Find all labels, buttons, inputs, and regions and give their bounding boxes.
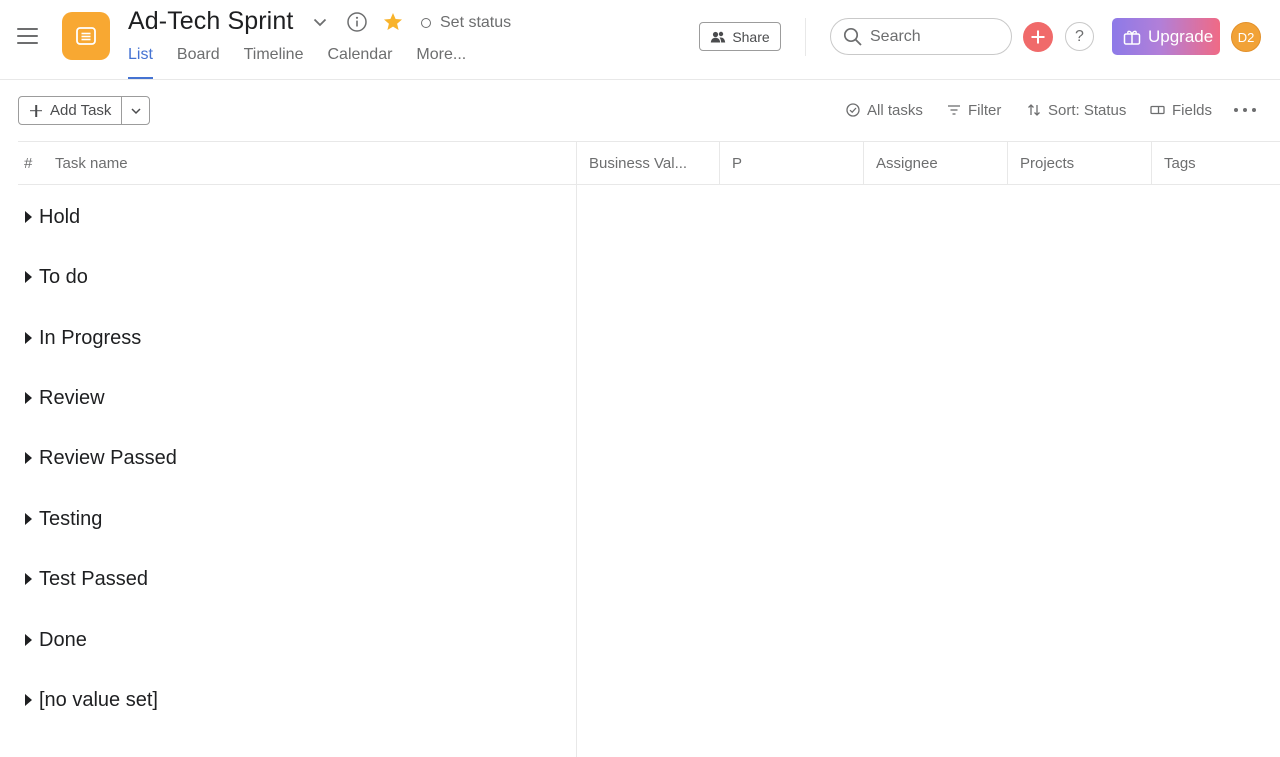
column-assignee[interactable]: Assignee	[876, 142, 938, 184]
expand-triangle-icon[interactable]	[25, 392, 32, 404]
fields-button[interactable]: Fields	[1150, 100, 1212, 120]
section-row[interactable]: To do	[18, 257, 88, 297]
expand-triangle-icon[interactable]	[25, 694, 32, 706]
filter-label: Filter	[968, 101, 1002, 119]
section-row[interactable]: In Progress	[18, 318, 141, 358]
hamburger-menu-icon[interactable]	[17, 25, 39, 45]
sort-button[interactable]: Sort: Status	[1027, 100, 1126, 120]
section-row[interactable]: Hold	[18, 197, 80, 237]
upgrade-button[interactable]: Upgrade	[1112, 18, 1220, 55]
expand-triangle-icon[interactable]	[25, 634, 32, 646]
header-divider	[805, 18, 806, 56]
column-task-name[interactable]: Task name	[55, 142, 128, 184]
expand-triangle-icon[interactable]	[25, 271, 32, 283]
section-title: To do	[39, 265, 88, 288]
column-tags[interactable]: Tags	[1164, 142, 1196, 184]
column-priority[interactable]: P	[732, 142, 742, 184]
all-tasks-label: All tasks	[867, 101, 923, 119]
add-task-label: Add Task	[50, 102, 112, 119]
tab-calendar[interactable]: Calendar	[327, 45, 392, 79]
set-status-label: Set status	[440, 14, 512, 31]
tab-board[interactable]: Board	[177, 45, 220, 79]
task-name-column-divider	[576, 185, 577, 757]
expand-triangle-icon[interactable]	[25, 332, 32, 344]
expand-triangle-icon[interactable]	[25, 452, 32, 464]
section-row[interactable]: Done	[18, 620, 87, 660]
column-divider[interactable]	[1151, 142, 1152, 184]
search-placeholder: Search	[870, 27, 921, 45]
section-row[interactable]: Testing	[18, 499, 102, 539]
column-divider[interactable]	[863, 142, 864, 184]
column-divider[interactable]	[576, 142, 577, 184]
search-icon	[843, 27, 862, 46]
project-tabs: List Board Timeline Calendar More...	[128, 45, 490, 79]
plus-icon	[30, 105, 42, 117]
column-header-row: # Task name Business Val... P Assignee P…	[18, 141, 1280, 185]
people-icon	[711, 31, 726, 42]
section-title: Done	[39, 628, 87, 651]
search-input[interactable]: Search	[830, 18, 1012, 55]
status-dot-icon	[421, 18, 431, 28]
section-title: [no value set]	[39, 688, 158, 711]
fields-label: Fields	[1172, 101, 1213, 119]
section-title: Test Passed	[39, 567, 148, 590]
section-row[interactable]: Review	[18, 378, 105, 418]
add-task-split-button: Add Task	[18, 96, 150, 125]
chevron-down-icon[interactable]	[311, 13, 329, 31]
filter-button[interactable]: Filter	[947, 100, 1001, 120]
fields-icon	[1150, 105, 1165, 115]
gift-icon	[1123, 30, 1141, 45]
column-divider[interactable]	[719, 142, 720, 184]
section-title: In Progress	[39, 326, 142, 349]
section-title: Review Passed	[39, 446, 177, 469]
check-circle-icon	[846, 103, 860, 117]
section-title: Review	[39, 386, 105, 409]
star-icon[interactable]	[382, 11, 404, 33]
set-status-button[interactable]: Set status	[421, 13, 511, 33]
expand-triangle-icon[interactable]	[25, 513, 32, 525]
add-task-dropdown-button[interactable]	[122, 97, 149, 124]
info-icon[interactable]	[346, 11, 368, 33]
more-options-icon[interactable]	[1234, 101, 1256, 119]
sort-arrows-icon	[1028, 104, 1040, 116]
column-business-value[interactable]: Business Val...	[589, 142, 687, 184]
sort-label: Sort: Status	[1048, 101, 1127, 119]
section-row[interactable]: Review Passed	[18, 438, 177, 478]
project-list-icon	[62, 12, 110, 60]
all-tasks-button[interactable]: All tasks	[846, 100, 923, 120]
expand-triangle-icon[interactable]	[25, 573, 32, 585]
tab-list[interactable]: List	[128, 45, 153, 79]
tab-more[interactable]: More...	[416, 45, 466, 79]
share-button[interactable]: Share	[699, 22, 781, 51]
column-number: #	[24, 154, 33, 172]
chevron-down-icon	[130, 107, 141, 114]
expand-triangle-icon[interactable]	[25, 211, 32, 223]
project-title[interactable]: Ad-Tech Sprint	[128, 7, 293, 36]
section-row[interactable]: [no value set]	[18, 680, 158, 720]
section-title: Hold	[39, 205, 81, 228]
quick-add-plus-icon[interactable]	[1023, 22, 1053, 52]
share-label: Share	[732, 28, 770, 45]
add-task-button[interactable]: Add Task	[19, 97, 122, 124]
column-projects[interactable]: Projects	[1020, 142, 1074, 184]
upgrade-label: Upgrade	[1148, 26, 1214, 46]
section-title: Testing	[39, 507, 103, 530]
tab-timeline[interactable]: Timeline	[244, 45, 304, 79]
filter-icon	[948, 105, 960, 115]
top-bar: Ad-Tech Sprint Set status List Board Tim…	[0, 0, 1280, 80]
avatar[interactable]: D2	[1231, 22, 1261, 52]
column-divider[interactable]	[1007, 142, 1008, 184]
section-row[interactable]: Test Passed	[18, 559, 148, 599]
help-icon[interactable]: ?	[1065, 22, 1094, 51]
